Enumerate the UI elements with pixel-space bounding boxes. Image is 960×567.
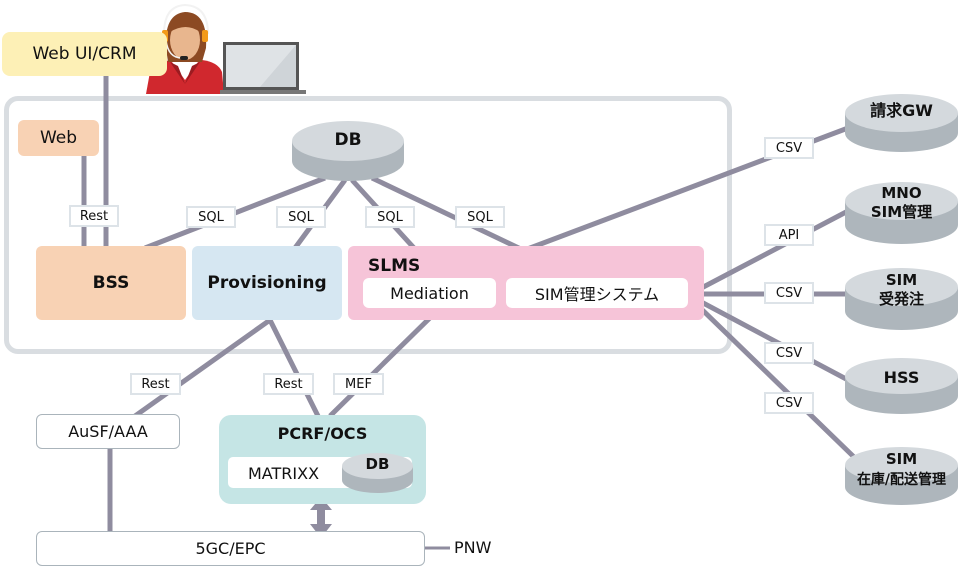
pcrf-ocs-box: PCRF/OCS MATRIXX DB <box>219 415 426 504</box>
label-db-sim-mgmt-sql: SQL <box>455 206 505 228</box>
bss-box: BSS <box>36 246 186 320</box>
sim-management-label: SIM管理システム <box>534 285 660 304</box>
pcrf-db-cylinder: DB <box>342 453 413 493</box>
external-mno-sim: MNO SIM管理 <box>845 182 958 244</box>
sim-order-label-1: SIM <box>885 271 918 289</box>
label-hss-csv: CSV <box>764 342 814 364</box>
sim-inventory-label-1: SIM <box>885 450 918 468</box>
wire-mediation-pcrf <box>328 306 442 418</box>
external-sim-order: SIM 受発注 <box>845 268 958 330</box>
wire-hss <box>688 293 850 383</box>
web-box: Web <box>18 120 99 156</box>
bss-label: BSS <box>92 273 130 293</box>
label-web-bss-rest: Rest <box>69 205 119 227</box>
crm-box: Web UI/CRM <box>2 32 167 76</box>
label-db-mediation-sql: SQL <box>365 206 415 228</box>
label-billing-gw-csv: CSV <box>764 137 814 159</box>
label-sim-order-csv: CSV <box>764 282 814 304</box>
slms-box: SLMS Mediation SIM管理システム <box>348 246 704 320</box>
label-provisioning-pcrf-rest: Rest <box>263 373 314 395</box>
db-cylinder: DB <box>292 121 404 181</box>
provisioning-label: Provisioning <box>207 273 327 293</box>
pnw-label: PNW <box>454 538 492 557</box>
db-label: DB <box>334 130 362 150</box>
external-billing-gw: 請求GW <box>845 94 958 152</box>
label-db-provisioning-sql: SQL <box>276 206 326 228</box>
label-sim-inventory-csv: CSV <box>764 392 814 414</box>
web-label: Web <box>39 128 78 148</box>
ausf-aaa-label: AuSF/AAA <box>68 422 148 441</box>
external-sim-inventory: SIM 在庫/配送管理 <box>845 447 958 505</box>
label-mediation-pcrf-mef: MEF <box>333 373 384 395</box>
sim-management-box: SIM管理システム <box>506 278 688 308</box>
pcrf-ocs-title: PCRF/OCS <box>277 424 368 443</box>
mediation-label: Mediation <box>390 283 469 303</box>
wire-sim-inventory <box>688 296 857 460</box>
wire-provisioning-ausf <box>133 317 272 419</box>
slms-title: SLMS <box>368 256 421 276</box>
billing-gw-label: 請求GW <box>870 101 933 120</box>
mno-sim-label-1: MNO <box>881 184 922 202</box>
crm-label: Web UI/CRM <box>32 44 137 64</box>
core-network-box: 5GC/EPC <box>36 531 425 566</box>
hss-label: HSS <box>883 368 920 387</box>
core-network-label: 5GC/EPC <box>195 539 266 558</box>
wire-provisioning-pcrf <box>267 318 321 418</box>
sim-order-label-2: 受発注 <box>878 290 924 308</box>
provisioning-box: Provisioning <box>192 246 342 320</box>
label-mno-sim-api: API <box>764 224 814 246</box>
mediation-box: Mediation <box>363 278 496 308</box>
label-db-bss-sql: SQL <box>186 206 236 228</box>
pcrf-db-label: DB <box>365 455 390 473</box>
ausf-aaa-box: AuSF/AAA <box>36 414 180 449</box>
external-hss: HSS <box>845 358 958 414</box>
label-provisioning-ausf-rest: Rest <box>130 373 181 395</box>
sim-inventory-label-2: 在庫/配送管理 <box>856 472 947 488</box>
matrixx-label: MATRIXX <box>248 464 320 483</box>
mno-sim-label-2: SIM管理 <box>870 203 933 221</box>
laptop-icon <box>220 40 306 96</box>
